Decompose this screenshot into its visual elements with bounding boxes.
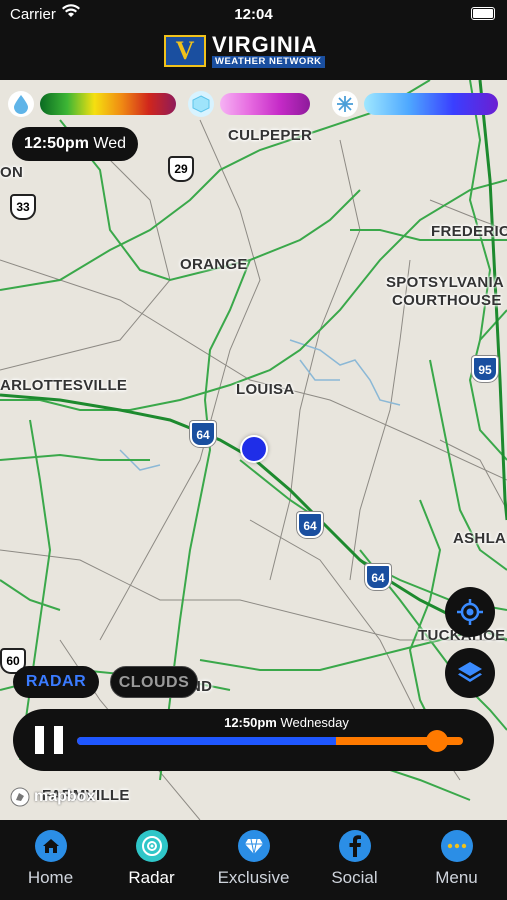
player-time: 12:50pm: [224, 715, 277, 730]
facebook-icon: [338, 830, 371, 862]
logo-subtitle: WEATHER NETWORK: [212, 56, 325, 68]
legend-snow: [332, 90, 498, 118]
player-timestamp: 12:50pm Wednesday: [79, 715, 494, 730]
ice-cube-icon: [188, 91, 214, 117]
label-louisa: LOUISA: [236, 381, 295, 398]
i64-shield: 64: [190, 421, 216, 447]
crosshair-icon: [457, 599, 483, 625]
tab-exclusive[interactable]: Exclusive: [203, 820, 304, 900]
tab-social[interactable]: Social: [304, 820, 405, 900]
app-header: V VIRGINIA WEATHER NETWORK: [0, 28, 507, 80]
layers-button[interactable]: [445, 648, 495, 698]
locate-me-button[interactable]: [445, 587, 495, 637]
tab-radar[interactable]: Radar: [101, 820, 202, 900]
tab-social-label: Social: [331, 868, 378, 887]
us33-shield: 33: [10, 194, 36, 220]
tab-exclusive-label: Exclusive: [217, 868, 290, 887]
clouds-toggle[interactable]: CLOUDS: [110, 666, 198, 698]
radar-player: 12:50pm Wednesday: [13, 709, 494, 771]
tab-bar: Home Radar Exclusive Social Menu: [0, 820, 507, 900]
tab-menu-label: Menu: [435, 868, 478, 887]
legend-ice: [188, 90, 310, 118]
layers-icon: [458, 662, 482, 682]
logo-title: VIRGINIA: [212, 32, 318, 57]
mapbox-logo-icon: [10, 787, 30, 807]
logo-mark: V: [164, 35, 206, 67]
i64-shield: 64: [365, 564, 391, 590]
i95-shield: 95: [472, 356, 498, 382]
rain-drop-icon: [8, 91, 34, 117]
timeline-past-fill: [77, 737, 336, 745]
radar-toggle[interactable]: RADAR: [13, 666, 99, 698]
mapbox-attribution[interactable]: mapbox: [10, 786, 95, 808]
pause-button[interactable]: [35, 726, 63, 754]
ice-color-scale: [220, 93, 310, 115]
label-charlottesville: ARLOTTESVILLE: [0, 377, 128, 394]
timestamp-day: Wed: [93, 135, 126, 152]
timestamp-time: 12:50pm: [24, 135, 89, 152]
clock: 12:04: [234, 6, 273, 23]
timeline-handle[interactable]: [425, 730, 448, 752]
player-day: Wednesday: [280, 715, 349, 730]
timeline-slider[interactable]: [77, 730, 463, 752]
tab-home[interactable]: Home: [0, 820, 101, 900]
tab-menu[interactable]: Menu: [406, 820, 507, 900]
rain-color-scale: [40, 93, 176, 115]
battery-icon: [471, 7, 495, 20]
label-spotsylvania: SPOTSYLVANIA: [386, 274, 505, 291]
status-bar: Carrier 12:04: [0, 0, 507, 28]
us29-shield: 29: [168, 156, 194, 182]
snowflake-icon: [332, 91, 358, 117]
label-left-edge: ON: [0, 164, 24, 181]
label-fredericksburg: FREDERIC: [431, 223, 507, 240]
more-icon: [440, 830, 473, 862]
radar-timestamp: 12:50pm Wed: [12, 127, 138, 161]
radar-icon: [135, 830, 168, 862]
app-logo: V VIRGINIA WEATHER NETWORK: [164, 34, 325, 68]
legend-rain: [8, 90, 176, 118]
i64-shield: 64: [297, 512, 323, 538]
diamond-icon: [237, 830, 270, 862]
label-ashland: ASHLA: [453, 530, 507, 547]
home-icon: [34, 830, 67, 862]
label-culpeper: CULPEPER: [228, 127, 313, 144]
mapbox-label: mapbox: [34, 788, 96, 805]
tab-radar-label: Radar: [128, 868, 175, 887]
current-location-marker: [240, 435, 268, 463]
tab-home-label: Home: [27, 868, 74, 887]
label-orange: ORANGE: [180, 256, 248, 273]
label-courthouse: COURTHOUSE: [392, 292, 502, 309]
snow-color-scale: [364, 93, 498, 115]
